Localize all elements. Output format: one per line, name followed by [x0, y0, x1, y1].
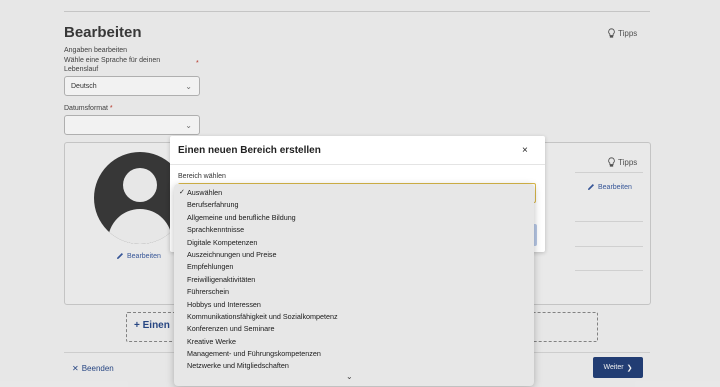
dropdown-option[interactable]: Berufserfahrung: [174, 199, 534, 211]
dropdown-option[interactable]: Kreative Werke: [174, 336, 534, 348]
scroll-down-icon[interactable]: ⌄: [346, 372, 353, 381]
section-dropdown-list: Auswählen Berufserfahrung Allgemeine und…: [174, 184, 534, 386]
dropdown-option[interactable]: Führerschein: [174, 286, 534, 298]
dropdown-option[interactable]: Management- und Führungskompetenzen: [174, 348, 534, 360]
dropdown-option[interactable]: Konferenzen und Seminare: [174, 323, 534, 335]
dropdown-option[interactable]: Sprachkenntnisse: [174, 224, 534, 236]
dropdown-option[interactable]: Allgemeine und berufliche Bildung: [174, 212, 534, 224]
dropdown-option[interactable]: Auswählen: [174, 187, 534, 200]
dropdown-option[interactable]: Kommunikationsfähigkeit und Sozialkompet…: [174, 311, 534, 323]
dropdown-option[interactable]: Hobbys und Interessen: [174, 299, 534, 311]
dropdown-option[interactable]: Netzwerke und Mitgliedschaften: [174, 360, 534, 372]
dropdown-option[interactable]: Empfehlungen: [174, 261, 534, 273]
section-select-label: Bereich wählen: [178, 173, 226, 180]
dropdown-option[interactable]: Digitale Kompetenzen: [174, 237, 534, 249]
dropdown-option[interactable]: Freiwilligenaktivitäten: [174, 274, 534, 286]
dialog-title: Einen neuen Bereich erstellen: [178, 145, 321, 156]
close-icon[interactable]: ×: [522, 145, 528, 156]
dropdown-option[interactable]: Auszeichnungen und Preise: [174, 249, 534, 261]
dialog-divider: [170, 164, 545, 165]
